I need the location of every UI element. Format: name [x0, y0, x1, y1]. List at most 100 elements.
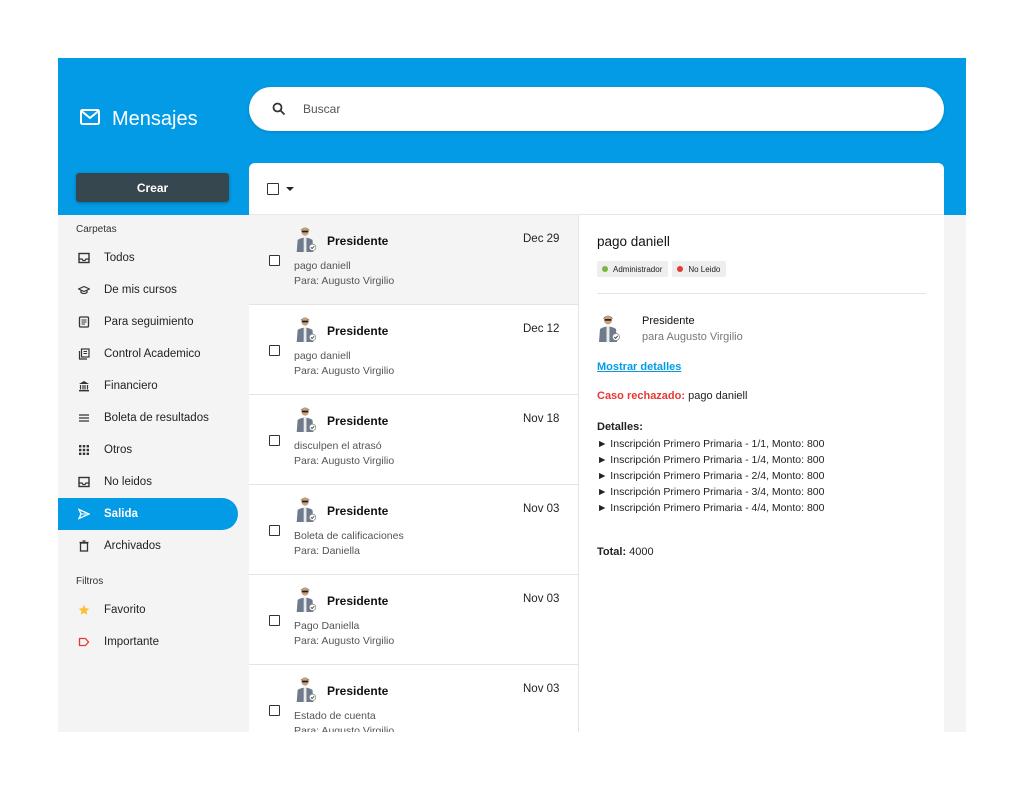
total-value: 4000 — [626, 546, 654, 558]
divider — [597, 293, 926, 294]
show-details-link[interactable]: Mostrar detalles — [597, 361, 681, 373]
send-icon — [78, 508, 90, 520]
search-input[interactable] — [301, 101, 905, 117]
sidebar-item-label: No leidos — [104, 476, 152, 488]
message-date: Nov 03 — [523, 683, 560, 695]
tag-label: No Leido — [688, 264, 721, 274]
message-row[interactable]: Presidente Dec 29 pago daniell Para: August… — [249, 215, 578, 305]
details-list: ► Inscripción Primero Primaria - 1/1, Mo… — [597, 436, 824, 516]
message-recipient: Para: Augusto Virgilio — [294, 365, 395, 377]
star-icon — [78, 604, 90, 616]
sidebar-item-label: Otros — [104, 444, 133, 456]
detail-tags: Administrador No Leido — [597, 261, 727, 277]
sender-avatar — [294, 586, 318, 612]
filter-item-importante[interactable]: Importante — [58, 626, 238, 658]
sidebar-item-de-mis-cursos[interactable]: De mis cursos — [58, 274, 238, 306]
tag-dot — [677, 266, 684, 272]
message-row[interactable]: Presidente Nov 18 disculpen el atrasó Para:… — [249, 395, 578, 485]
library-icon — [78, 348, 90, 360]
grid-icon — [78, 444, 90, 456]
message-recipient: Para: Daniella — [294, 545, 360, 557]
sidebar-item-para-seguimiento[interactable]: Para seguimiento — [58, 306, 238, 338]
sender-avatar — [597, 314, 621, 342]
details-title: Detalles: — [597, 421, 643, 433]
tag-dot — [602, 266, 608, 272]
sender-avatar — [294, 316, 318, 342]
select-all-checkbox[interactable] — [267, 182, 279, 195]
trash-icon — [78, 540, 90, 552]
list-icon — [78, 412, 90, 424]
detail-recipient: para Augusto Virgilio — [642, 331, 743, 343]
message-recipient: Para: Augusto Virgilio — [294, 275, 395, 287]
detail-item: ► Inscripción Primero Primaria - 2/4, Mo… — [597, 470, 825, 482]
tag-label: Administrador — [613, 264, 663, 274]
total: Total: 4000 — [597, 546, 654, 558]
message-subject: pago daniell — [294, 350, 351, 362]
bank-icon — [78, 380, 90, 392]
message-checkbox[interactable] — [269, 525, 280, 536]
message-subject: Estado de cuenta — [294, 710, 376, 722]
case-label: Caso rechazado: — [597, 390, 686, 402]
sidebar-item-label: Boleta de resultados — [104, 412, 209, 424]
detail-item: ► Inscripción Primero Primaria - 3/4, Mo… — [597, 486, 825, 498]
filter-item-label: Importante — [104, 636, 159, 648]
message-row[interactable]: Presidente Nov 03 Boleta de calificaciones… — [249, 485, 578, 575]
caret-down-icon[interactable] — [285, 180, 295, 198]
filter-item-favorito[interactable]: Favorito — [58, 594, 238, 626]
sidebar-item-archivados[interactable]: Archivados — [58, 530, 238, 562]
message-date: Dec 29 — [523, 233, 560, 245]
mail-icon — [80, 109, 100, 130]
sidebar-item-boleta-de-resultados[interactable]: Boleta de resultados — [58, 402, 238, 434]
message-row[interactable]: Presidente Nov 03 Estado de cuenta Para: Au… — [249, 665, 578, 732]
tag-administrador: Administrador — [597, 261, 669, 277]
message-row[interactable]: Presidente Dec 12 pago daniell Para: August… — [249, 305, 578, 395]
message-sender: Presidente — [327, 324, 389, 338]
message-checkbox[interactable] — [269, 255, 280, 266]
sender-avatar — [294, 496, 318, 522]
sidebar-item-otros[interactable]: Otros — [58, 434, 238, 466]
detail-item: ► Inscripción Primero Primaria - 1/1, Mo… — [597, 438, 825, 450]
message-sender: Presidente — [327, 414, 389, 428]
search-icon[interactable] — [257, 102, 301, 116]
message-row[interactable]: Presidente Nov 03 Pago Daniella Para: Augus… — [249, 575, 578, 665]
message-sender: Presidente — [327, 684, 389, 698]
message-checkbox[interactable] — [269, 705, 280, 716]
sidebar-item-todos[interactable]: Todos — [58, 242, 238, 274]
message-recipient: Para: Augusto Virgilio — [294, 725, 395, 732]
create-button[interactable]: Crear — [76, 173, 229, 202]
search-bar[interactable] — [249, 87, 944, 131]
document-icon — [78, 316, 90, 328]
folders-section-label: Carpetas — [76, 224, 117, 235]
sidebar-item-label: Financiero — [104, 380, 158, 392]
sidebar-item-salida[interactable]: Salida — [58, 498, 238, 530]
sidebar-item-label: Control Academico — [104, 348, 201, 360]
message-checkbox[interactable] — [269, 615, 280, 626]
total-label: Total: — [597, 546, 627, 558]
message-recipient: Para: Augusto Virgilio — [294, 455, 395, 467]
message-recipient: Para: Augusto Virgilio — [294, 635, 395, 647]
sidebar-item-no-leidos[interactable]: No leidos — [58, 466, 238, 498]
case-text: pago daniell — [685, 390, 748, 402]
tag-no-leido: No Leido — [672, 261, 727, 277]
sidebar-item-financiero[interactable]: Financiero — [58, 370, 238, 402]
inbox-icon — [78, 476, 90, 488]
detail-item: ► Inscripción Primero Primaria - 1/4, Mo… — [597, 454, 825, 466]
sender-avatar — [294, 226, 318, 252]
sidebar-item-label: Archivados — [104, 540, 161, 552]
message-date: Nov 03 — [523, 503, 560, 515]
sidebar: Carpetas Todos De mis cursos Para seguimie… — [58, 218, 238, 658]
sidebar-item-label: Para seguimiento — [104, 316, 194, 328]
detail-subject: pago daniell — [597, 234, 670, 249]
sidebar-item-control-academico[interactable]: Control Academico — [58, 338, 238, 370]
app-window: Mensajes Crear Carpetas Todos De mis curs… — [58, 58, 966, 732]
message-subject: pago daniell — [294, 260, 351, 272]
message-list[interactable]: Presidente Dec 29 pago daniell Para: August… — [249, 215, 579, 732]
label-icon — [78, 636, 90, 648]
sidebar-item-label: De mis cursos — [104, 284, 177, 296]
filters-section-label: Filtros — [76, 576, 104, 587]
message-subject: Boleta de calificaciones — [294, 530, 404, 542]
message-checkbox[interactable] — [269, 345, 280, 356]
message-date: Dec 12 — [523, 323, 560, 335]
list-toolbar — [249, 163, 944, 215]
message-checkbox[interactable] — [269, 435, 280, 446]
